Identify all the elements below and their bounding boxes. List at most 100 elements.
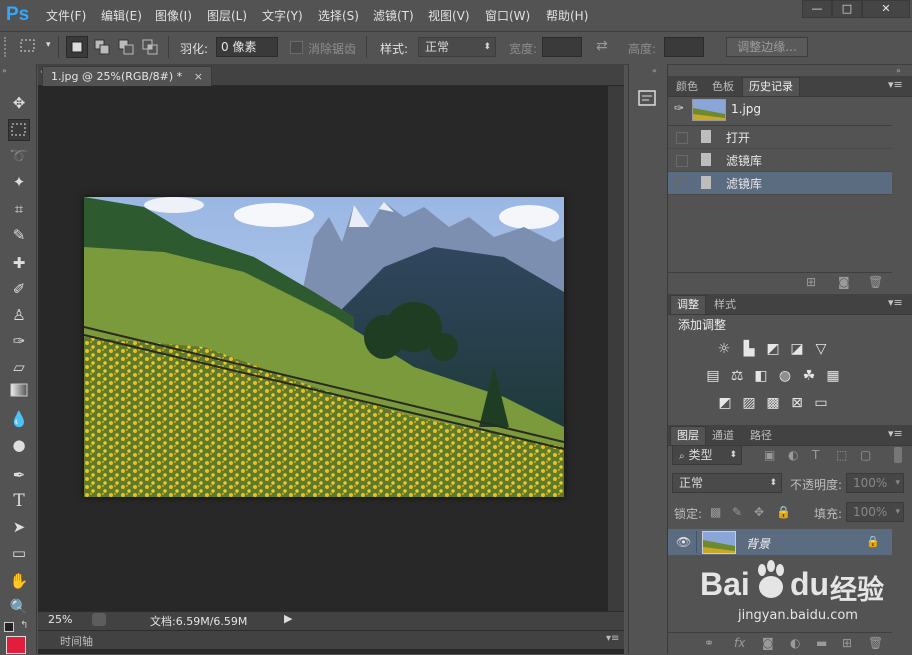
fx-icon[interactable]: fx [734,636,745,650]
eyedropper-icon[interactable]: ✎ [8,224,30,246]
vertical-scrollbar[interactable] [608,86,624,611]
document-tab[interactable]: 1.jpg @ 25%(RGB/8#) * × [42,66,212,86]
document-image[interactable] [83,197,565,497]
new-selection-icon[interactable] [66,36,88,58]
minimize-button[interactable]: — [802,0,832,18]
menu-type[interactable]: 文字(Y) [262,7,303,24]
menu-select[interactable]: 选择(S) [318,7,359,24]
tab-layers[interactable]: 图层 [670,426,706,445]
lock-image-icon[interactable]: ✎ [732,505,742,519]
panel-menu-icon[interactable]: ▾≡ [606,633,619,644]
filter-toggle-switch[interactable] [894,447,902,463]
magic-wand-icon[interactable]: ✦ [8,171,30,193]
rectangle-tool-icon[interactable]: ▭ [8,542,30,564]
default-colors-icon[interactable] [4,622,14,632]
subtract-selection-icon[interactable] [116,37,136,57]
gradient-tool-icon[interactable] [8,382,30,404]
panel-menu-icon[interactable]: ▾≡ [888,427,903,440]
brush-tool-icon[interactable]: ✐ [8,278,30,300]
blur-tool-icon[interactable]: 💧 [8,408,30,430]
dodge-tool-icon[interactable]: ● [8,434,30,456]
tab-styles[interactable]: 样式 [708,296,742,314]
close-button[interactable]: ✕ [862,0,910,18]
eraser-icon[interactable]: ▱ [8,356,30,378]
lock-position-icon[interactable]: ✥ [754,505,764,519]
tab-adjustments[interactable]: 调整 [670,295,706,314]
panel-menu-icon[interactable]: ▾≡ [888,78,903,91]
layer-name[interactable]: 背景 [746,535,770,552]
chevron-down-icon[interactable]: ▾ [46,40,51,50]
threshold-icon[interactable]: ▩ [764,394,782,412]
tab-history[interactable]: 历史记录 [742,77,800,96]
menu-help[interactable]: 帮助(H) [546,7,588,24]
history-state-checkbox[interactable] [676,178,688,190]
posterize-icon[interactable]: ▨ [740,394,758,412]
color-lookup-icon[interactable]: ▦ [824,367,842,385]
status-menu-arrow-icon[interactable]: ▶ [284,612,292,625]
intersect-selection-icon[interactable] [140,37,160,57]
filter-shape-icon[interactable]: ⬚ [836,448,847,462]
tab-channels[interactable]: 通道 [706,427,740,445]
healing-brush-icon[interactable]: ✚ [8,252,30,274]
menu-edit[interactable]: 编辑(E) [101,7,142,24]
add-selection-icon[interactable] [92,37,112,57]
history-brush-source-icon[interactable]: ✑ [674,101,684,115]
brightness-contrast-icon[interactable]: ☼ [715,340,733,358]
photo-filter-icon[interactable]: ◍ [776,367,794,385]
pen-tool-icon[interactable]: ✒ [8,464,30,486]
new-adjustment-layer-icon[interactable]: ◐ [790,636,800,650]
type-tool-icon[interactable]: T [8,490,30,512]
history-state-checkbox[interactable] [676,155,688,167]
maximize-button[interactable]: □ [832,0,862,18]
menu-layer[interactable]: 图层(L) [207,7,247,24]
hue-saturation-icon[interactable]: ▤ [704,367,722,385]
feather-input[interactable]: 0 像素 [216,37,278,57]
menu-window[interactable]: 窗口(W) [485,7,530,24]
trash-icon[interactable]: 🗑 [868,275,883,289]
history-state[interactable]: 滤镜库 [668,149,892,172]
gradient-map-icon[interactable]: ▭ [812,394,830,412]
lock-transparent-icon[interactable]: ▩ [710,505,721,519]
refine-edge-button[interactable]: 调整边缘... [726,37,808,57]
hand-tool-icon[interactable]: ✋ [8,570,30,592]
tab-color[interactable]: 颜色 [670,78,704,96]
layer-filter-select[interactable]: ⌕ 类型 ⬍ [672,445,742,465]
menu-image[interactable]: 图像(I) [155,7,192,24]
path-selection-icon[interactable]: ➤ [8,516,30,538]
timeline-label[interactable]: 时间轴 [60,633,93,649]
history-brush-icon[interactable]: ✑ [8,330,30,352]
foreground-color-swatch[interactable] [6,636,26,654]
menu-view[interactable]: 视图(V) [428,7,470,24]
panel-menu-icon[interactable]: ▾≡ [888,296,903,309]
style-select[interactable]: 正常 ⬍ [418,37,496,57]
invert-icon[interactable]: ◩ [716,394,734,412]
zoom-level[interactable]: 25% [48,613,72,626]
new-layer-icon[interactable]: ⊞ [842,636,852,650]
trash-icon[interactable]: 🗑 [868,636,883,650]
options-grip[interactable] [4,37,10,57]
move-tool-icon[interactable]: ✥ [8,92,30,114]
opacity-input[interactable]: 100% ▾ [846,473,904,493]
collapse-arrows-icon[interactable]: » [2,66,7,75]
new-document-from-state-icon[interactable]: ⊞ [806,275,816,289]
marquee-preset-icon[interactable] [20,39,36,53]
history-state-checkbox[interactable] [676,132,688,144]
tab-paths[interactable]: 路径 [744,427,778,445]
clone-stamp-icon[interactable]: ♙ [8,304,30,326]
filter-smart-object-icon[interactable]: ▢ [860,448,871,462]
menu-file[interactable]: 文件(F) [46,7,86,24]
exposure-icon[interactable]: ◪ [788,340,806,358]
channel-mixer-icon[interactable]: ☘ [800,367,818,385]
zoom-tool-icon[interactable]: 🔍 [8,596,30,618]
crop-tool-icon[interactable]: ⌗ [8,198,30,220]
lasso-tool-icon[interactable]: ➰ [8,145,30,167]
history-state[interactable]: 打开 [668,126,892,149]
width-input[interactable] [542,37,582,57]
menu-filter[interactable]: 滤镜(T) [373,7,414,24]
collapse-arrows-icon[interactable]: » [896,66,901,75]
filter-type-icon[interactable]: T [812,448,819,462]
swap-colors-icon[interactable]: ↰ [20,620,28,631]
selective-color-icon[interactable]: ⊠ [788,394,806,412]
camera-snapshot-icon[interactable]: ◙ [838,275,850,289]
filter-adjustment-icon[interactable]: ◐ [788,448,798,462]
